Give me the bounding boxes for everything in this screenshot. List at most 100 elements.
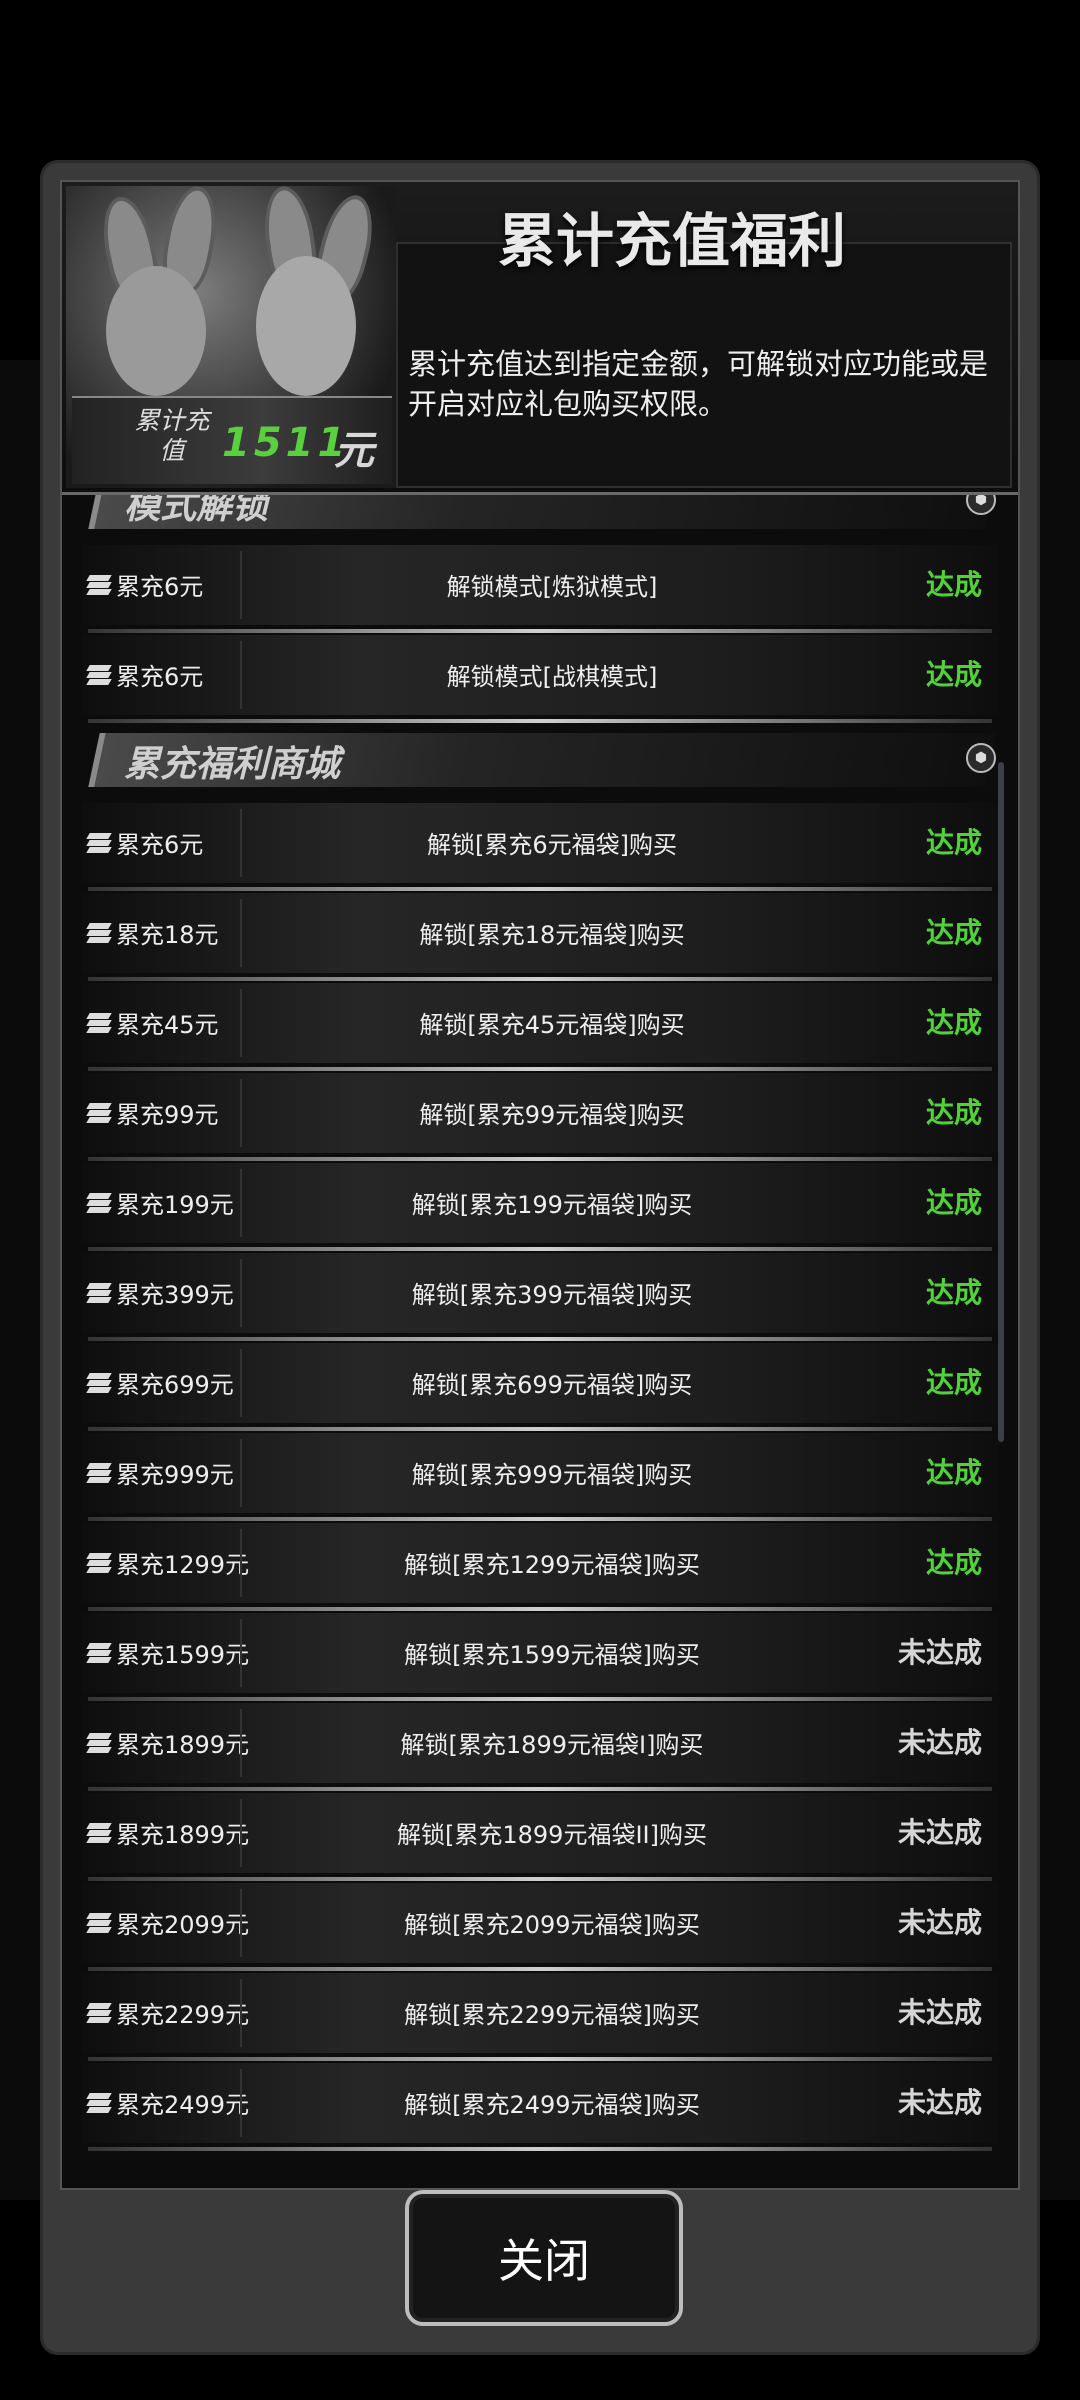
requirement-text: 累充1899元 bbox=[116, 1731, 250, 1759]
layers-icon bbox=[86, 1102, 112, 1123]
status-badge: 未达成 bbox=[897, 1636, 982, 1669]
reward-row: 累充1899元 解锁[累充1899元福袋II]购买 未达成 bbox=[82, 1793, 998, 1881]
dialog-title: 累计充值福利 bbox=[497, 207, 846, 275]
reward-text: 解锁[累充1599元福袋]购买 bbox=[404, 1641, 700, 1669]
close-button[interactable]: 关闭 bbox=[405, 2190, 683, 2326]
reward-row: 累充199元 解锁[累充199元福袋]购买 达成 bbox=[82, 1163, 998, 1251]
reward-row: 累充18元 解锁[累充18元福袋]购买 达成 bbox=[82, 893, 998, 981]
section-header: 累充福利商城 ⬢ bbox=[74, 725, 1004, 793]
status-badge: 达成 bbox=[925, 658, 982, 691]
status-badge: 达成 bbox=[925, 1006, 982, 1039]
requirement: 累充1899元 bbox=[82, 1815, 249, 1850]
status-badge: 达成 bbox=[925, 1276, 982, 1309]
layers-icon bbox=[86, 1642, 112, 1663]
hexagon-icon: ⬢ bbox=[966, 743, 996, 773]
list-scrollbar[interactable] bbox=[998, 762, 1004, 1442]
layers-icon bbox=[86, 2002, 112, 2023]
requirement: 累充999元 bbox=[82, 1455, 234, 1490]
reward-text: 解锁[累充45元福袋]购买 bbox=[419, 1011, 685, 1039]
status-badge: 未达成 bbox=[897, 1816, 982, 1849]
requirement: 累充1299元 bbox=[82, 1545, 249, 1580]
reward-text: 解锁[累充1899元福袋II]购买 bbox=[397, 1821, 707, 1849]
reward-text: 解锁模式[战棋模式] bbox=[446, 663, 658, 691]
requirement: 累充2499元 bbox=[82, 2085, 249, 2120]
reward-text: 解锁[累充199元福袋]购买 bbox=[411, 1191, 693, 1219]
reward-text: 解锁[累充18元福袋]购买 bbox=[419, 921, 685, 949]
reward-row: 累充2299元 解锁[累充2299元福袋]购买 未达成 bbox=[82, 1973, 998, 2061]
requirement-text: 累充399元 bbox=[116, 1281, 234, 1309]
requirement: 累充45元 bbox=[82, 1005, 219, 1040]
reward-text: 解锁[累充1299元福袋]购买 bbox=[404, 1551, 700, 1579]
reward-row: 累充99元 解锁[累充99元福袋]购买 达成 bbox=[82, 1073, 998, 1161]
requirement: 累充399元 bbox=[82, 1275, 234, 1310]
layers-icon bbox=[86, 1372, 112, 1393]
requirement-text: 累充699元 bbox=[116, 1371, 234, 1399]
character-portrait: 累计充值 1511 元 bbox=[66, 186, 396, 488]
status-badge: 达成 bbox=[925, 916, 982, 949]
status-badge: 达成 bbox=[925, 826, 982, 859]
reward-row: 累充45元 解锁[累充45元福袋]购买 达成 bbox=[82, 983, 998, 1071]
section-title: 累充福利商城 bbox=[124, 744, 341, 785]
requirement: 累充18元 bbox=[82, 915, 219, 950]
layers-icon bbox=[86, 1192, 112, 1213]
reward-row: 累充2499元 解锁[累充2499元福袋]购买 未达成 bbox=[82, 2063, 998, 2151]
status-badge: 达成 bbox=[925, 1366, 982, 1399]
status-badge: 达成 bbox=[925, 1546, 982, 1579]
layers-icon bbox=[86, 664, 112, 685]
requirement-text: 累充999元 bbox=[116, 1461, 234, 1489]
reward-text: 解锁[累充6元福袋]购买 bbox=[427, 831, 677, 859]
requirement: 累充699元 bbox=[82, 1365, 234, 1400]
requirement-text: 累充99元 bbox=[116, 1101, 219, 1129]
section-header: 模式解锁 ⬢ bbox=[74, 495, 1004, 535]
requirement-text: 累充18元 bbox=[116, 921, 219, 949]
status-badge: 达成 bbox=[925, 1096, 982, 1129]
character-face bbox=[106, 266, 206, 396]
dialog-content: 累计充值 1511 元 累计充值达到指定金额，可解锁对应功能或是开启对应礼包购买… bbox=[60, 180, 1020, 2190]
requirement: 累充6元 bbox=[82, 825, 203, 860]
requirement: 累充2299元 bbox=[82, 1995, 249, 2030]
reward-text: 解锁[累充2299元福袋]购买 bbox=[404, 2001, 700, 2029]
reward-text: 解锁[累充699元福袋]购买 bbox=[411, 1371, 693, 1399]
requirement-text: 累充199元 bbox=[116, 1191, 234, 1219]
requirement-text: 累充6元 bbox=[116, 573, 204, 601]
total-recharge-panel: 累计充值 1511 元 bbox=[72, 396, 392, 484]
requirement-text: 累充1599元 bbox=[116, 1641, 250, 1669]
requirement: 累充2099元 bbox=[82, 1905, 249, 1940]
requirement: 累充1599元 bbox=[82, 1635, 249, 1670]
reward-row: 累充1899元 解锁[累充1899元福袋I]购买 未达成 bbox=[82, 1703, 998, 1791]
description-text: 累计充值达到指定金额，可解锁对应功能或是开启对应礼包购买权限。 bbox=[408, 347, 989, 421]
reward-row: 累充1299元 解锁[累充1299元福袋]购买 达成 bbox=[82, 1523, 998, 1611]
layers-icon bbox=[86, 2092, 112, 2113]
character-face bbox=[256, 256, 356, 396]
total-recharge-unit: 元 bbox=[334, 428, 374, 474]
reward-text: 解锁[累充99元福袋]购买 bbox=[419, 1101, 685, 1129]
layers-icon bbox=[86, 1282, 112, 1303]
requirement: 累充199元 bbox=[82, 1185, 234, 1220]
requirement: 累充1899元 bbox=[82, 1725, 249, 1760]
reward-text: 解锁[累充999元福袋]购买 bbox=[411, 1461, 693, 1489]
reward-row: 累充2099元 解锁[累充2099元福袋]购买 未达成 bbox=[82, 1883, 998, 1971]
layers-icon bbox=[86, 922, 112, 943]
requirement-text: 累充6元 bbox=[116, 831, 204, 859]
requirement-text: 累充1299元 bbox=[116, 1551, 250, 1579]
description-box: 累计充值达到指定金额，可解锁对应功能或是开启对应礼包购买权限。 bbox=[396, 242, 1012, 488]
layers-icon bbox=[86, 1732, 112, 1753]
reward-text: 解锁[累充2099元福袋]购买 bbox=[404, 1911, 700, 1939]
layers-icon bbox=[86, 1552, 112, 1573]
layers-icon bbox=[86, 1462, 112, 1483]
requirement-text: 累充2499元 bbox=[116, 2091, 250, 2119]
reward-row: 累充1599元 解锁[累充1599元福袋]购买 未达成 bbox=[82, 1613, 998, 1701]
total-recharge-value: 1511 bbox=[222, 420, 350, 466]
reward-row: 累充6元 解锁[累充6元福袋]购买 达成 bbox=[82, 803, 998, 891]
status-badge: 达成 bbox=[925, 1186, 982, 1219]
requirement: 累充6元 bbox=[82, 567, 203, 602]
requirement-text: 累充1899元 bbox=[116, 1821, 250, 1849]
requirement-text: 累充45元 bbox=[116, 1011, 219, 1039]
layers-icon bbox=[86, 832, 112, 853]
reward-row: 累充6元 解锁模式[炼狱模式] 达成 bbox=[82, 545, 998, 633]
requirement-text: 累充2099元 bbox=[116, 1911, 250, 1939]
section-title: 模式解锁 bbox=[124, 495, 269, 527]
reward-list[interactable]: 模式解锁 ⬢ 累充6元 解锁模式[炼狱模式] 达成 累充6元 解锁模式[战棋模式] 达成 累充福… bbox=[62, 495, 1018, 2185]
reward-row: 累充399元 解锁[累充399元福袋]购买 达成 bbox=[82, 1253, 998, 1341]
reward-text: 解锁[累充399元福袋]购买 bbox=[411, 1281, 693, 1309]
